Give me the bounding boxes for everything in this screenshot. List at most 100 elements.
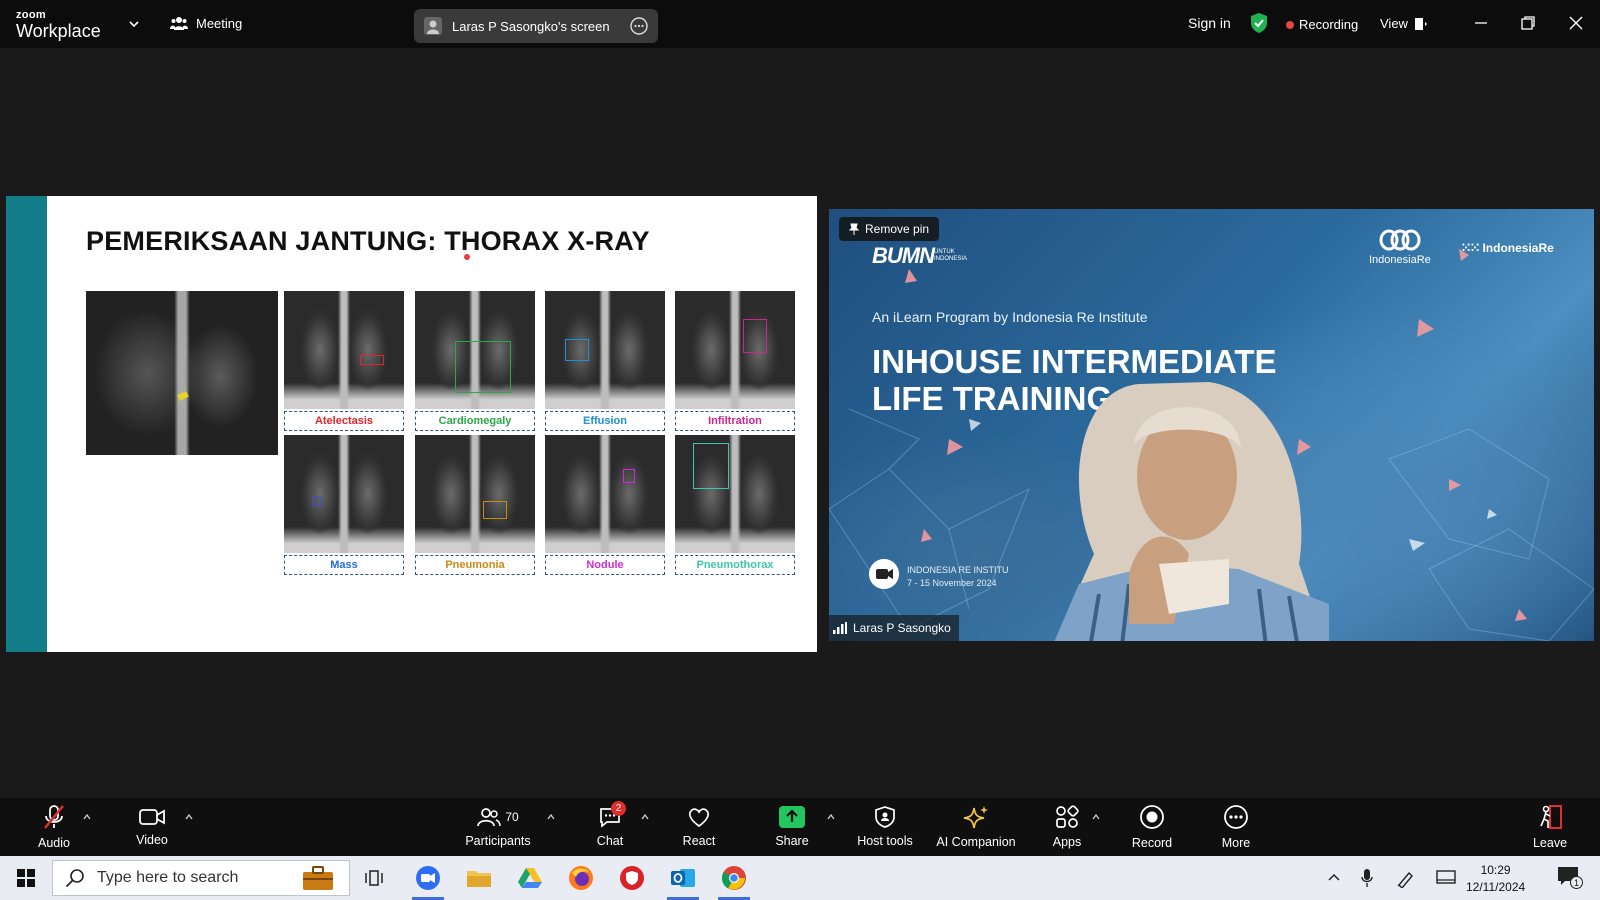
remove-pin-label: Remove pin bbox=[865, 222, 930, 236]
xray-image bbox=[415, 291, 535, 409]
institute-line: INDONESIA RE INSTITU bbox=[907, 565, 1009, 575]
finding-label: Atelectasis bbox=[284, 411, 404, 431]
shield-check-icon[interactable] bbox=[1250, 12, 1268, 34]
apps-options-chevron-icon[interactable] bbox=[1091, 812, 1101, 822]
ai-companion-button[interactable]: AI Companion bbox=[930, 798, 1022, 856]
view-button[interactable]: View bbox=[1380, 16, 1428, 31]
leave-label: Leave bbox=[1532, 836, 1568, 850]
taskbar-firefox[interactable] bbox=[565, 862, 597, 894]
finding-label: Effusion bbox=[545, 411, 665, 431]
chat-label: Chat bbox=[596, 834, 624, 848]
participants-icon-group: 70 bbox=[477, 806, 519, 828]
task-view-icon bbox=[365, 870, 383, 886]
security-shield-app-icon bbox=[620, 866, 644, 890]
taskbar-google-drive[interactable] bbox=[514, 862, 546, 894]
audio-options-chevron-icon[interactable] bbox=[82, 812, 92, 822]
indonesia-re-rings-icon bbox=[1379, 229, 1421, 251]
taskbar-clock[interactable]: 10:29 12/11/2024 bbox=[1466, 862, 1525, 896]
xray-image bbox=[545, 291, 665, 409]
finding-infiltration: Infiltration bbox=[675, 291, 795, 433]
leave-door-icon bbox=[1540, 805, 1562, 829]
chat-button[interactable]: 2 Chat bbox=[590, 798, 630, 856]
microphone-muted-icon bbox=[44, 805, 64, 829]
participants-label: Participants bbox=[465, 834, 531, 848]
indonesia-re-logo: IndonesiaRe bbox=[1369, 229, 1431, 266]
taskbar-zoom-app[interactable] bbox=[412, 862, 444, 900]
finding-atelectasis: Atelectasis bbox=[284, 291, 404, 433]
recording-dot bbox=[1286, 20, 1294, 29]
indonesia-re-institute-text: IndonesiaRe bbox=[1482, 241, 1554, 255]
chat-icon-wrap: 2 bbox=[598, 801, 626, 828]
audio-button[interactable]: Audio bbox=[36, 798, 72, 856]
tray-display-icon[interactable] bbox=[1436, 869, 1456, 887]
chat-options-chevron-icon[interactable] bbox=[640, 812, 650, 822]
finding-effusion: Effusion bbox=[545, 291, 665, 433]
more-button[interactable]: More bbox=[1216, 798, 1256, 856]
restore-icon[interactable] bbox=[1517, 12, 1539, 34]
more-label: More bbox=[1221, 836, 1251, 850]
apps-label: Apps bbox=[1052, 835, 1082, 849]
finding-label: Cardiomegaly bbox=[415, 411, 535, 431]
institute-event-info: INDONESIA RE INSTITU 7 - 15 November 202… bbox=[907, 564, 1009, 590]
zoom-app-icon bbox=[416, 866, 440, 890]
video-button[interactable]: Video bbox=[132, 798, 172, 856]
apps-button[interactable]: Apps bbox=[1047, 798, 1087, 856]
more-options-icon[interactable] bbox=[630, 17, 648, 35]
task-view-button[interactable] bbox=[358, 862, 390, 894]
participants-count: 70 bbox=[505, 810, 519, 824]
clock-date: 12/11/2024 bbox=[1466, 880, 1526, 894]
search-placeholder: Type here to search bbox=[97, 869, 239, 886]
screen-share-pill[interactable]: Laras P Sasongko's screen bbox=[414, 9, 658, 43]
share-button[interactable]: Share bbox=[772, 798, 812, 856]
audio-label: Audio bbox=[38, 836, 70, 850]
chevron-down-icon[interactable] bbox=[126, 16, 142, 32]
xray-image bbox=[675, 435, 795, 553]
ai-companion-label: AI Companion bbox=[936, 835, 1016, 849]
recording-indicator[interactable]: Recording bbox=[1286, 17, 1358, 32]
record-button[interactable]: Record bbox=[1130, 798, 1174, 856]
record-label: Record bbox=[1131, 836, 1173, 850]
meeting-menu[interactable]: Meeting bbox=[170, 15, 242, 31]
xray-image bbox=[415, 435, 535, 553]
recording-label: Recording bbox=[1299, 17, 1359, 32]
presenter-video-figure bbox=[1054, 382, 1329, 641]
bumn-logo-subtext: UNTUK INDONESIA bbox=[934, 249, 967, 263]
leave-button[interactable]: Leave bbox=[1530, 798, 1570, 856]
video-options-chevron-icon[interactable] bbox=[184, 812, 194, 822]
shared-slide: PEMERIKSAAN JANTUNG: THORAX X-RAY Atelec… bbox=[6, 196, 817, 652]
remove-pin-button[interactable]: Remove pin bbox=[839, 217, 940, 241]
minimize-icon[interactable] bbox=[1470, 12, 1492, 34]
user-avatar-icon bbox=[424, 17, 442, 35]
participants-button[interactable]: 70 Participants bbox=[458, 798, 538, 856]
sign-in-button[interactable]: Sign in bbox=[1188, 15, 1231, 31]
close-icon[interactable] bbox=[1565, 12, 1587, 34]
share-options-chevron-icon[interactable] bbox=[826, 812, 836, 822]
participants-options-chevron-icon[interactable] bbox=[546, 812, 556, 822]
react-label: React bbox=[682, 834, 716, 848]
host-tools-button[interactable]: Host tools bbox=[850, 798, 920, 856]
finding-mass: Mass bbox=[284, 435, 404, 577]
finding-pneumonia: Pneumonia bbox=[415, 435, 535, 577]
taskbar-search-box[interactable]: Type here to search bbox=[52, 860, 350, 896]
tray-overflow-chevron-icon[interactable] bbox=[1327, 871, 1341, 885]
windows-start-button[interactable] bbox=[10, 862, 42, 894]
xray-image bbox=[545, 435, 665, 553]
taskbar-security-app[interactable] bbox=[616, 862, 648, 894]
participant-video-tile[interactable]: Remove pin BUMN UNTUK INDONESIA Indonesi… bbox=[829, 209, 1594, 641]
program-subtitle: An iLearn Program by Indonesia Re Instit… bbox=[872, 309, 1148, 325]
view-layout-icon bbox=[1414, 17, 1427, 30]
taskbar-file-explorer[interactable] bbox=[463, 862, 495, 894]
tray-microphone-icon[interactable] bbox=[1361, 868, 1373, 888]
share-label: Share bbox=[775, 834, 809, 848]
react-button[interactable]: React bbox=[679, 798, 719, 856]
more-dots-icon bbox=[1224, 805, 1248, 829]
screen-share-label: Laras P Sasongko's screen bbox=[452, 18, 610, 34]
bumn-sub-2: INDONESIA bbox=[934, 256, 968, 262]
bumn-logo: BUMN bbox=[872, 243, 935, 268]
taskbar-chrome[interactable] bbox=[718, 862, 750, 900]
folder-icon bbox=[467, 871, 491, 887]
finding-label: Nodule bbox=[545, 555, 665, 575]
tray-pen-icon[interactable] bbox=[1396, 868, 1416, 888]
notification-center-button[interactable]: 1 bbox=[1557, 866, 1583, 890]
taskbar-outlook[interactable] bbox=[667, 862, 699, 900]
